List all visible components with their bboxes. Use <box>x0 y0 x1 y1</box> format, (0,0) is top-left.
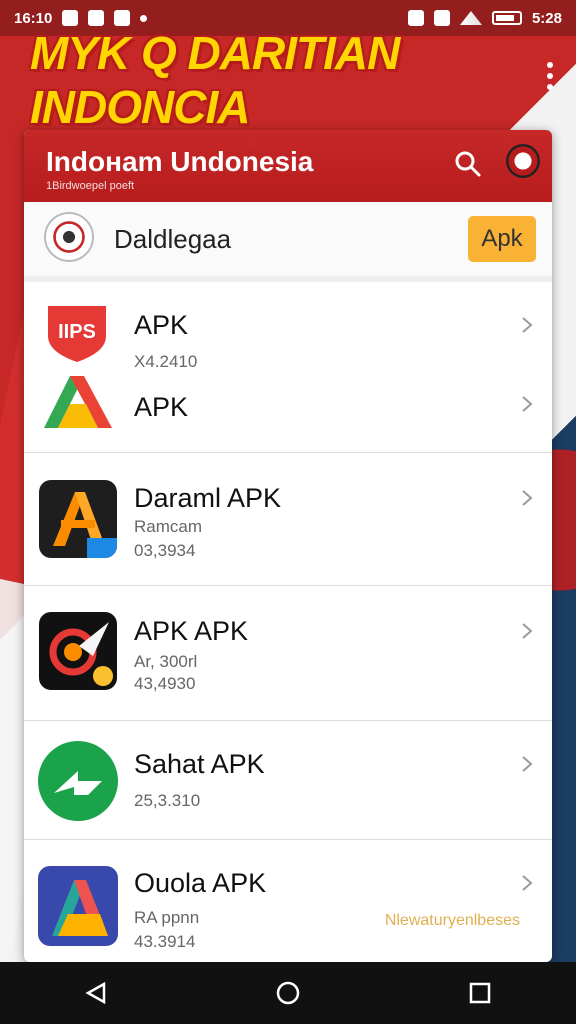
app-meta-secondary: 43,4930 <box>134 674 196 693</box>
status-time-left: 16:10 <box>14 9 53 27</box>
chevron-right-icon <box>522 490 533 506</box>
svg-text:IIPS: IIPS <box>58 321 96 343</box>
app-title: Ouola APK <box>134 868 267 898</box>
green-arrow-icon <box>38 741 118 821</box>
home-icon[interactable] <box>268 973 308 1013</box>
list-item[interactable]: Sahat APK 25,3.310 <box>24 721 552 840</box>
battery-icon <box>491 11 522 25</box>
overflow-menu-icon[interactable] <box>546 62 554 90</box>
back-icon[interactable] <box>76 973 116 1013</box>
gallery-icon <box>88 10 105 26</box>
header-title: Indoнam Undonesia <box>46 146 314 177</box>
orange-a-icon <box>39 480 117 558</box>
app-title: APK <box>134 310 189 340</box>
chevron-right-icon <box>522 756 533 772</box>
app-meta-secondary: 43.3914 <box>134 932 196 951</box>
list-item[interactable]: APK APK Ar, 300rl 43,4930 <box>24 586 552 721</box>
app-title: Daraml APK <box>134 483 282 513</box>
list-item[interactable]: Daraml APK Ramcam 03,3934 <box>24 453 552 586</box>
app-meta-secondary: 03,3934 <box>134 541 196 560</box>
app-title: Sahat APK <box>134 749 265 779</box>
color-a-icon <box>40 372 116 432</box>
app-meta: RA ppnn <box>134 908 200 927</box>
wifi-icon <box>459 11 482 25</box>
avatar[interactable] <box>506 144 540 178</box>
vibrate-icon <box>407 10 424 26</box>
apk-button[interactable]: Apk <box>468 216 536 262</box>
alarm-icon <box>433 10 450 26</box>
navigation-bar <box>0 962 576 1024</box>
search-icon[interactable] <box>454 150 482 178</box>
chevron-right-icon <box>522 875 533 891</box>
app-title: APK <box>134 392 189 422</box>
chevron-right-icon <box>522 623 533 639</box>
notification-icon <box>62 10 79 26</box>
sub-header-title: Daldlegaa <box>114 224 232 254</box>
panel-header: Indoнam Undonesia 1Birdwoepel poeft <box>24 130 552 202</box>
app-title: APK APK <box>134 616 249 646</box>
app-list: IIPS APK X4.2410 APK Daraml APK Ramcam 0… <box>24 282 552 962</box>
watermark-text: Nlewaturyenlbeses <box>384 912 520 929</box>
aps-shield-icon: IIPS <box>42 302 112 364</box>
rocket-icon <box>39 612 117 690</box>
banner-title: MYK Q DARITIAN INDONCIA <box>30 27 400 133</box>
app-panel: Indoнam Undonesia 1Birdwoepel poeft Dald… <box>24 130 552 962</box>
list-item[interactable]: Ouola APK RA ppnn 43.3914 Nlewaturyenlbe… <box>24 840 552 962</box>
brand-logo <box>44 212 94 262</box>
app-notification-icon <box>114 10 131 26</box>
header-subtitle: 1Birdwoepel poeft <box>46 180 135 192</box>
app-meta: Ar, 300rl <box>134 652 198 671</box>
dot-icon <box>140 14 148 22</box>
triangle-play-icon <box>38 866 118 946</box>
app-meta: Ramcam <box>134 517 203 536</box>
chevron-right-icon <box>522 317 533 333</box>
chevron-right-icon <box>522 396 533 412</box>
sub-header: Daldlegaa Apk <box>24 202 552 282</box>
status-time-right: 5:28 <box>531 9 562 27</box>
app-meta: 25,3.310 <box>134 791 201 810</box>
list-item[interactable]: IIPS APK X4.2410 APK <box>24 282 552 453</box>
recents-icon[interactable] <box>460 973 500 1013</box>
app-meta: X4.2410 <box>134 352 198 371</box>
